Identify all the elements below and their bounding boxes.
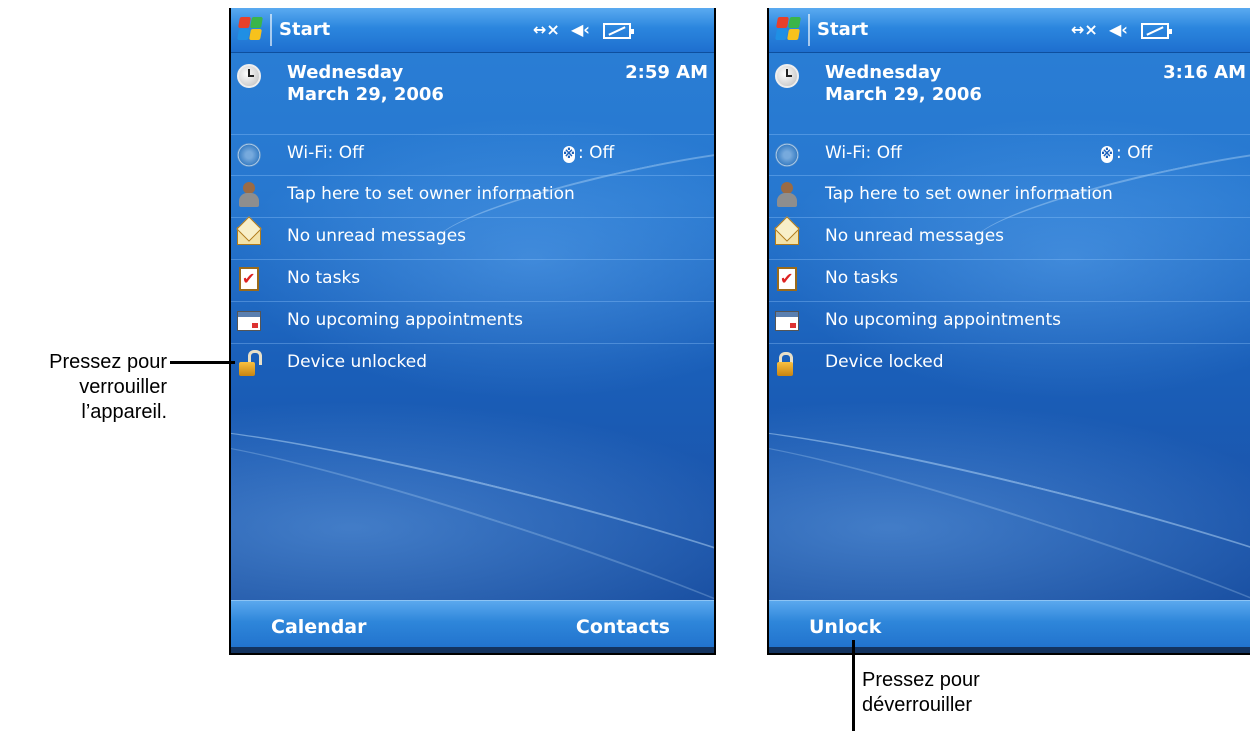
wifi-icon — [237, 143, 261, 167]
time-label: 3:16 AM — [1163, 62, 1246, 83]
device-lock-item[interactable]: Device unlocked — [231, 343, 714, 385]
battery-icon[interactable] — [603, 23, 634, 39]
today-screen-unlocked: Start ↔× ◀‹ Wednesday March 29, 2006 2:5… — [229, 8, 716, 655]
task-check-icon — [777, 267, 797, 291]
contacts-softkey[interactable]: Contacts — [576, 616, 670, 638]
time-label: 2:59 AM — [625, 62, 708, 83]
unlock-callout-leader — [852, 640, 855, 731]
bluetooth-status: ※: Off — [563, 143, 614, 163]
battery-icon[interactable] — [1141, 23, 1172, 39]
wireless-item[interactable]: Wi-Fi: Off ※: Off — [769, 134, 1250, 176]
softkey-bar: Unlock — [769, 600, 1250, 653]
calendar-icon — [775, 311, 799, 331]
padlock-open-icon[interactable] — [237, 350, 262, 377]
bluetooth-status-text: : Off — [1116, 143, 1153, 163]
appointments-text: No upcoming appointments — [825, 310, 1061, 330]
owner-info-text: Tap here to set owner information — [825, 184, 1113, 204]
bluetooth-status-text: : Off — [578, 143, 615, 163]
today-screen-locked: Start ↔× ◀‹ Wednesday March 29, 2006 3:1… — [767, 8, 1250, 655]
softkey-bar: Calendar Contacts — [231, 600, 714, 653]
date-label: March 29, 2006 — [287, 84, 444, 105]
lock-callout-leader — [170, 361, 235, 364]
wifi-icon — [775, 143, 799, 167]
day-label: Wednesday — [825, 62, 942, 83]
wifi-status: Wi-Fi: Off — [287, 143, 364, 163]
tasks-text: No tasks — [825, 268, 899, 288]
date-time-item[interactable]: Wednesday March 29, 2006 2:59 AM — [231, 54, 714, 135]
messages-text: No unread messages — [825, 226, 1005, 246]
date-time-item[interactable]: Wednesday March 29, 2006 3:16 AM — [769, 54, 1250, 135]
windows-logo-icon[interactable] — [237, 16, 263, 42]
envelope-icon — [775, 227, 799, 245]
wifi-status: Wi-Fi: Off — [825, 143, 902, 163]
bluetooth-status: ※: Off — [1101, 143, 1152, 163]
connectivity-icon[interactable]: ↔× — [1071, 20, 1098, 40]
unlock-callout: Pressez pour déverrouiller — [862, 668, 980, 718]
unlock-callout-line: déverrouiller — [862, 694, 973, 716]
windows-logo-icon[interactable] — [775, 16, 801, 42]
tasks-text: No tasks — [287, 268, 361, 288]
calendar-icon — [237, 311, 261, 331]
divider — [270, 14, 272, 46]
bluetooth-icon: ※ — [563, 146, 575, 163]
lock-status-text: Device unlocked — [287, 352, 428, 372]
title-bar: Start ↔× ◀‹ — [231, 8, 714, 53]
person-icon — [237, 182, 261, 207]
lock-callout: Pressez pour verrouiller l’appareil. — [20, 350, 167, 425]
device-lock-item[interactable]: Device locked — [769, 343, 1250, 385]
owner-info-text: Tap here to set owner information — [287, 184, 575, 204]
day-label: Wednesday — [287, 62, 404, 83]
appointments-text: No upcoming appointments — [287, 310, 523, 330]
appointments-item[interactable]: No upcoming appointments — [769, 301, 1250, 344]
clock-icon — [237, 64, 261, 88]
wireless-item[interactable]: Wi-Fi: Off ※: Off — [231, 134, 714, 176]
speaker-icon[interactable]: ◀‹ — [1109, 20, 1128, 40]
owner-info-item[interactable]: Tap here to set owner information — [231, 175, 714, 218]
divider — [808, 14, 810, 46]
lock-callout-line: l’appareil. — [81, 401, 167, 423]
title-bar: Start ↔× ◀‹ — [769, 8, 1250, 53]
appointments-item[interactable]: No upcoming appointments — [231, 301, 714, 344]
lock-callout-line: verrouiller — [79, 376, 167, 398]
speaker-icon[interactable]: ◀‹ — [571, 20, 590, 40]
messages-text: No unread messages — [287, 226, 467, 246]
owner-info-item[interactable]: Tap here to set owner information — [769, 175, 1250, 218]
start-menu-label[interactable]: Start — [817, 19, 868, 40]
person-icon — [775, 182, 799, 207]
task-check-icon — [239, 267, 259, 291]
envelope-icon — [237, 227, 261, 245]
tasks-item[interactable]: No tasks — [231, 259, 714, 302]
messages-item[interactable]: No unread messages — [769, 217, 1250, 260]
unlock-callout-line: Pressez pour — [862, 669, 980, 691]
unlock-softkey[interactable]: Unlock — [809, 616, 881, 638]
bluetooth-icon: ※ — [1101, 146, 1113, 163]
messages-item[interactable]: No unread messages — [231, 217, 714, 260]
tasks-item[interactable]: No tasks — [769, 259, 1250, 302]
lock-status-text: Device locked — [825, 352, 944, 372]
connectivity-icon[interactable]: ↔× — [533, 20, 560, 40]
start-menu-label[interactable]: Start — [279, 19, 330, 40]
padlock-closed-icon[interactable] — [775, 351, 799, 377]
date-label: March 29, 2006 — [825, 84, 982, 105]
calendar-softkey[interactable]: Calendar — [271, 616, 366, 638]
lock-callout-line: Pressez pour — [49, 351, 167, 373]
clock-icon — [775, 64, 799, 88]
